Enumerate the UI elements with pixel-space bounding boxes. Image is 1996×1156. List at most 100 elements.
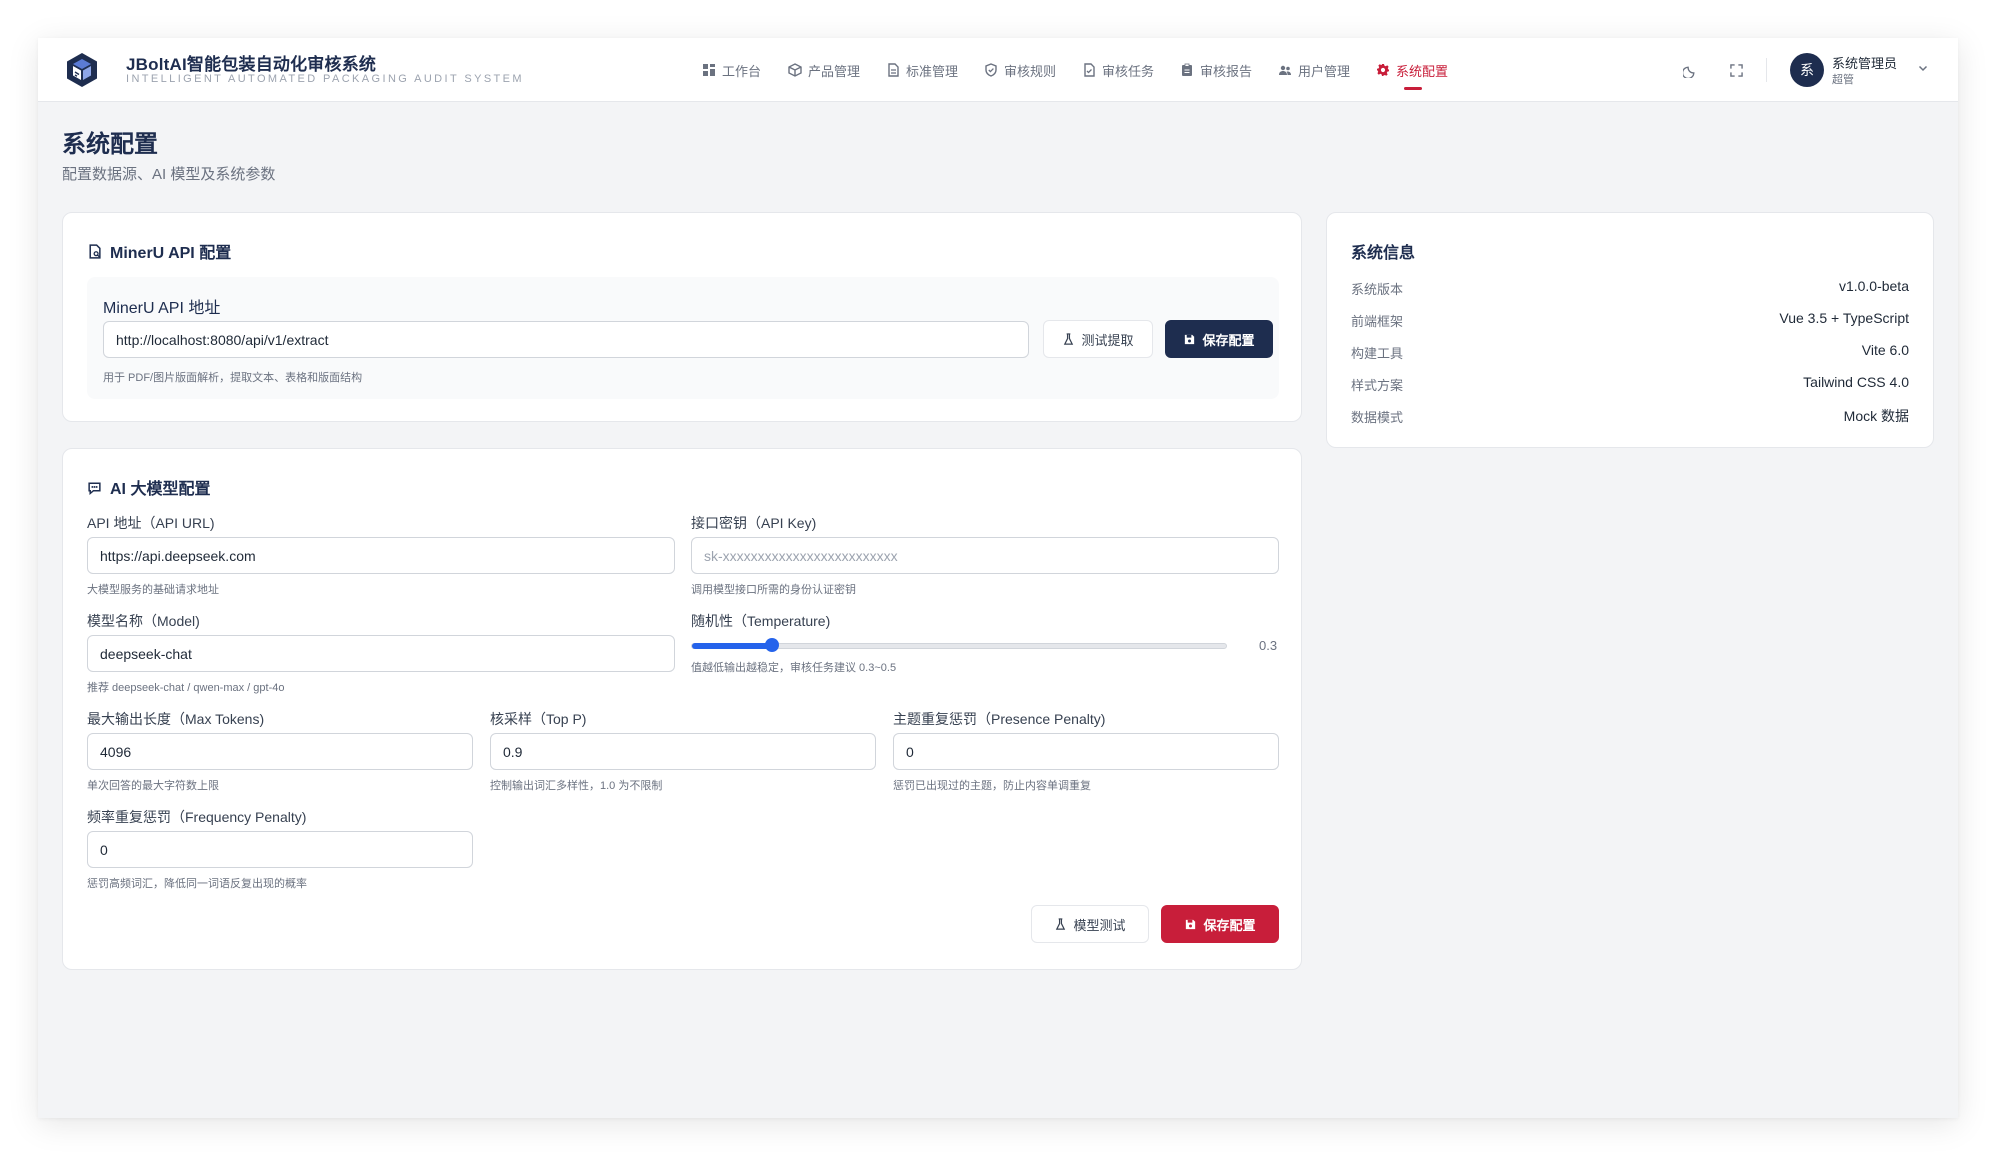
test-extract-label: 测试提取	[1081, 332, 1134, 348]
mineru-save-button[interactable]: 保存配置	[1165, 320, 1273, 358]
chevron-down-icon[interactable]	[1916, 61, 1930, 75]
ai-chat-icon	[88, 481, 101, 495]
nav-label: 系统配置	[1396, 63, 1449, 79]
info-label-style: 样式方案	[1351, 378, 1404, 393]
dashboard-icon	[703, 64, 715, 76]
mineru-save-label: 保存配置	[1202, 332, 1255, 348]
frequency-penalty-label: 频率重复惩罚（Frequency Penalty)	[87, 809, 307, 825]
info-label-data-mode: 数据模式	[1351, 410, 1404, 425]
temperature-slider-thumb[interactable]	[765, 638, 780, 652]
ai-card-title: AI 大模型配置	[87, 475, 210, 499]
info-value-data-mode: Mock 数据	[1843, 408, 1909, 424]
ai-save-button[interactable]: 保存配置	[1161, 905, 1279, 943]
info-value-version: v1.0.0-beta	[1838, 278, 1909, 294]
mineru-card-title: MinerU API 配置	[87, 239, 231, 263]
ai-title-text: AI 大模型配置	[110, 481, 211, 498]
test-extract-button[interactable]: 测试提取	[1043, 320, 1153, 358]
mineru-url-hint: 用于 PDF/图片版面解析，提取文本、表格和版面结构	[103, 372, 363, 384]
model-label: 模型名称（Model)	[87, 613, 200, 629]
moon-icon	[1682, 66, 1694, 78]
max-tokens-input[interactable]	[87, 733, 473, 770]
presence-penalty-hint: 惩罚已出现过的主题，防止内容单调重复	[893, 780, 1091, 792]
logo-icon	[67, 53, 97, 87]
model-input[interactable]	[87, 635, 675, 672]
mineru-url-label: MinerU API 地址	[103, 300, 221, 317]
api-url-hint: 大模型服务的基础请求地址	[87, 584, 219, 596]
nav-item-tasks[interactable]: 审核任务	[1082, 58, 1154, 82]
fullscreen-icon	[1729, 63, 1743, 77]
flask-icon	[1064, 332, 1074, 345]
info-value-framework: Vue 3.5 + TypeScript	[1779, 310, 1909, 326]
nav-item-users[interactable]: 用户管理	[1278, 58, 1350, 82]
page-subtitle: 配置数据源、AI 模型及系统参数	[62, 166, 276, 183]
header-divider	[1766, 58, 1767, 82]
frequency-penalty-input[interactable]	[87, 831, 473, 868]
presence-penalty-input[interactable]	[893, 733, 1279, 770]
nav-item-settings[interactable]: 系统配置	[1376, 58, 1448, 82]
gear-icon	[1377, 64, 1389, 76]
top-p-input[interactable]	[490, 733, 876, 770]
mineru-panel: MinerU API 地址 测试提取 保存配置 用于 PDF/图片版面解析，提取…	[87, 277, 1279, 399]
api-key-input[interactable]	[691, 537, 1279, 574]
presence-penalty-label: 主题重复惩罚（Presence Penalty)	[893, 711, 1106, 727]
frequency-penalty-hint: 惩罚高频词汇，降低同一词语反复出现的概率	[87, 878, 307, 890]
top-header: JBoltAI智能包装自动化审核系统 INTELLIGENT AUTOMATED…	[38, 38, 1958, 102]
info-label-build: 构建工具	[1351, 346, 1404, 361]
app-subtitle: INTELLIGENT AUTOMATED PACKAGING AUDIT SY…	[126, 73, 524, 85]
nav-label: 产品管理	[808, 63, 861, 79]
document-icon	[888, 63, 899, 77]
nav-label: 审核任务	[1102, 63, 1155, 79]
ai-model-config-card: AI 大模型配置 API 地址（API URL) 大模型服务的基础请求地址 接口…	[62, 448, 1302, 970]
nav-item-workbench[interactable]: 工作台	[702, 58, 761, 82]
mineru-title-text: MinerU API 配置	[110, 245, 232, 262]
api-url-label: API 地址（API URL)	[87, 515, 215, 531]
fullscreen-button[interactable]	[1726, 60, 1746, 80]
flask-icon	[1056, 917, 1066, 930]
max-tokens-hint: 单次回答的最大字符数上限	[87, 780, 219, 792]
info-value-build: Vite 6.0	[1861, 342, 1909, 358]
system-info-title: 系统信息	[1351, 245, 1416, 262]
ai-save-label: 保存配置	[1203, 917, 1256, 933]
temperature-hint: 值越低输出越稳定，审核任务建议 0.3~0.5	[691, 662, 897, 674]
task-icon	[1084, 63, 1095, 77]
app-title: JBoltAI智能包装自动化审核系统	[126, 55, 377, 74]
cube-icon	[788, 63, 802, 77]
model-test-label: 模型测试	[1073, 917, 1126, 933]
nav-label: 审核规则	[1004, 63, 1057, 79]
model-hint: 推荐 deepseek-chat / qwen-max / gpt-4o	[87, 682, 285, 694]
nav-item-standards[interactable]: 标准管理	[886, 58, 958, 82]
users-icon	[1279, 65, 1291, 75]
temperature-slider-fill	[692, 643, 773, 649]
temperature-label: 随机性（Temperature)	[691, 613, 831, 629]
temperature-value: 0.3	[1259, 638, 1278, 653]
api-url-input[interactable]	[87, 537, 675, 574]
mineru-url-input[interactable]	[103, 321, 1029, 358]
info-label-framework: 前端框架	[1351, 314, 1404, 329]
save-icon	[1186, 919, 1196, 929]
mineru-config-card: MinerU API 配置 MinerU API 地址 测试提取 保存配置 用于…	[62, 212, 1302, 422]
api-key-label: 接口密钥（API Key)	[691, 515, 817, 531]
api-key-hint: 调用模型接口所需的身份认证密钥	[691, 584, 856, 596]
nav-label: 用户管理	[1298, 63, 1351, 79]
model-test-button[interactable]: 模型测试	[1031, 905, 1149, 943]
theme-toggle-button[interactable]	[1680, 60, 1700, 80]
nav-item-rules[interactable]: 审核规则	[984, 58, 1056, 82]
max-tokens-label: 最大输出长度（Max Tokens)	[87, 711, 265, 727]
app-window: JBoltAI智能包装自动化审核系统 INTELLIGENT AUTOMATED…	[38, 38, 1958, 1118]
nav-item-reports[interactable]: 审核报告	[1180, 58, 1252, 82]
nav-item-products[interactable]: 产品管理	[788, 58, 860, 82]
user-role: 超管	[1832, 74, 1854, 86]
user-name[interactable]: 系统管理员	[1832, 53, 1897, 72]
temperature-slider[interactable]	[691, 638, 1227, 652]
avatar[interactable]: 系	[1790, 53, 1824, 87]
page-title: 系统配置	[62, 131, 158, 158]
nav-label: 审核报告	[1200, 63, 1253, 79]
nav-label: 标准管理	[906, 63, 959, 79]
info-label-version: 系统版本	[1351, 282, 1404, 297]
active-nav-indicator	[1404, 87, 1422, 90]
top-p-hint: 控制输出词汇多样性，1.0 为不限制	[490, 780, 663, 792]
clipboard-icon	[1182, 63, 1192, 76]
info-value-style: Tailwind CSS 4.0	[1803, 374, 1909, 390]
shield-icon	[985, 63, 997, 77]
document-scan-icon	[89, 243, 101, 259]
